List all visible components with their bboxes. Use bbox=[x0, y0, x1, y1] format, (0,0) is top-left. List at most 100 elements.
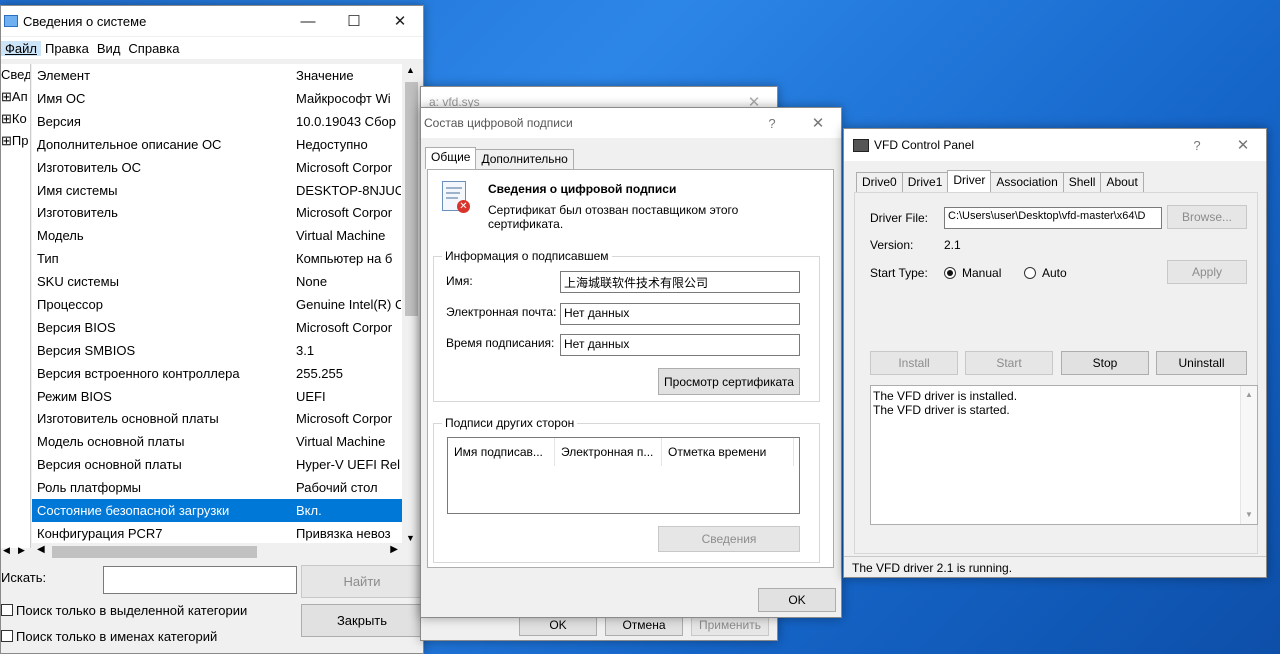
search-selected-checkbox[interactable] bbox=[1, 604, 13, 616]
tree-item-hardware[interactable]: ⊞Ап bbox=[1, 86, 30, 108]
column-signer-name[interactable]: Имя подписав... bbox=[448, 438, 555, 466]
vfd-titlebar[interactable]: VFD Control Panel ? ✕ bbox=[844, 129, 1266, 161]
table-row[interactable]: Имя ОС Майкрософт Wi bbox=[32, 87, 420, 110]
details-button[interactable]: Сведения bbox=[658, 526, 800, 552]
signer-name-field[interactable]: 上海城联软件技术有限公司 bbox=[560, 271, 800, 293]
log-scrollbar[interactable]: ▲ ▼ bbox=[1240, 386, 1257, 524]
signing-time-field[interactable]: Нет данных bbox=[560, 334, 800, 356]
table-row[interactable]: Изготовитель ОС Microsoft Corpor bbox=[32, 156, 420, 179]
tab-driver[interactable]: Driver bbox=[947, 170, 992, 192]
row-element: Модель bbox=[37, 228, 84, 244]
column-header-element[interactable]: Элемент bbox=[32, 68, 291, 83]
sig-titlebar[interactable]: Состав цифровой подписи ? ✕ bbox=[421, 108, 841, 138]
search-input[interactable] bbox=[103, 566, 297, 594]
table-row[interactable]: Изготовитель основной платы Microsoft Cor… bbox=[32, 407, 420, 430]
table-row[interactable]: Версия 10.0.19043 Сбор bbox=[32, 110, 420, 133]
auto-label: Auto bbox=[1042, 266, 1067, 280]
log-scroll-up-icon[interactable]: ▲ bbox=[1245, 388, 1253, 402]
sysinfo-titlebar[interactable]: Сведения о системе — ☐ ✕ bbox=[1, 6, 423, 36]
vfd-tabs: Drive0 Drive1 Driver Association Shell A… bbox=[856, 170, 1144, 192]
help-icon[interactable]: ? bbox=[749, 108, 795, 138]
find-button[interactable]: Найти bbox=[301, 565, 423, 598]
table-row[interactable]: Изготовитель Microsoft Corpor bbox=[32, 201, 420, 224]
table-row[interactable]: Роль платформы Рабочий стол bbox=[32, 476, 420, 499]
tree-item-components[interactable]: ⊞Ко bbox=[1, 108, 30, 130]
tab-association[interactable]: Association bbox=[990, 172, 1064, 192]
minimize-icon[interactable]: — bbox=[285, 6, 331, 36]
column-header-value[interactable]: Значение bbox=[291, 68, 401, 83]
tab-drive0[interactable]: Drive0 bbox=[856, 172, 903, 192]
scroll-up-icon[interactable]: ▲ bbox=[406, 65, 415, 75]
driver-log[interactable]: The VFD driver is installed. The VFD dri… bbox=[870, 385, 1258, 525]
menu-view[interactable]: Вид bbox=[93, 41, 125, 56]
hscroll-thumb[interactable] bbox=[52, 546, 257, 558]
details-list[interactable]: Элемент Значение Имя ОС Майкрософт Wi Верс… bbox=[32, 64, 420, 546]
table-row[interactable]: Версия основной платы Hyper-V UEFI Rel bbox=[32, 453, 420, 476]
scroll-right-icon[interactable]: ▶ bbox=[390, 544, 398, 555]
column-email[interactable]: Электронная п... bbox=[555, 438, 662, 466]
maximize-icon[interactable]: ☐ bbox=[331, 6, 377, 36]
vertical-scrollbar[interactable]: ▲ ▼ bbox=[402, 64, 420, 546]
expand-icon[interactable]: ⊞ bbox=[1, 89, 12, 104]
tab-general[interactable]: Общие bbox=[425, 147, 477, 169]
expand-icon[interactable]: ⊞ bbox=[1, 111, 12, 126]
countersignatures-list[interactable]: Имя подписав... Электронная п... Отметка… bbox=[447, 437, 800, 514]
start-button[interactable]: Start bbox=[965, 351, 1053, 375]
tree-item-summary[interactable]: Свед bbox=[1, 64, 30, 86]
tree-item-software[interactable]: ⊞Пр bbox=[1, 130, 30, 152]
menu-file[interactable]: Файл bbox=[1, 40, 41, 56]
apply-button[interactable]: Apply bbox=[1167, 260, 1247, 284]
vfd-close-icon[interactable]: ✕ bbox=[1220, 130, 1266, 160]
menu-edit[interactable]: Правка bbox=[41, 41, 93, 56]
vfd-help-icon[interactable]: ? bbox=[1174, 130, 1220, 160]
sig-title: Состав цифровой подписи bbox=[424, 116, 573, 130]
table-row[interactable]: Режим BIOS UEFI bbox=[32, 385, 420, 408]
countersignatures-label: Подписи других сторон bbox=[442, 416, 578, 430]
install-button[interactable]: Install bbox=[870, 351, 958, 375]
close-button[interactable]: Закрыть bbox=[301, 604, 423, 637]
view-certificate-button[interactable]: Просмотр сертификата bbox=[658, 368, 800, 395]
vfd-title: VFD Control Panel bbox=[874, 138, 975, 152]
sig-tabs: Общие Дополнительно bbox=[425, 147, 574, 169]
close-icon[interactable]: ✕ bbox=[377, 6, 423, 36]
menu-help[interactable]: Справка bbox=[124, 41, 183, 56]
tree-scroll-left-icon[interactable]: ◀ bbox=[3, 545, 10, 556]
table-row[interactable]: Модель Virtual Machine bbox=[32, 224, 420, 247]
row-value: DESKTOP-8NJUC bbox=[296, 182, 401, 198]
table-row[interactable]: SKU системы None bbox=[32, 270, 420, 293]
expand-icon[interactable]: ⊞ bbox=[1, 133, 12, 148]
auto-radio[interactable] bbox=[1024, 267, 1036, 279]
driver-file-field[interactable]: C:\Users\user\Desktop\vfd-master\x64\D bbox=[944, 207, 1162, 229]
search-names-checkbox[interactable] bbox=[1, 630, 13, 642]
scroll-left-icon[interactable]: ◀ bbox=[37, 544, 45, 555]
tab-shell[interactable]: Shell bbox=[1062, 172, 1102, 192]
column-timestamp[interactable]: Отметка времени bbox=[662, 438, 794, 466]
tab-drive1[interactable]: Drive1 bbox=[901, 172, 949, 192]
table-row[interactable]: Версия BIOS Microsoft Corpor bbox=[32, 316, 420, 339]
stop-button[interactable]: Stop bbox=[1061, 351, 1149, 375]
table-row[interactable]: Имя системы DESKTOP-8NJUC bbox=[32, 179, 420, 202]
tree-scroll-right-icon[interactable]: ▶ bbox=[18, 545, 25, 556]
table-row[interactable]: Версия SMBIOS 3.1 bbox=[32, 339, 420, 362]
scroll-thumb[interactable] bbox=[405, 82, 418, 316]
table-row[interactable]: Версия встроенного контроллера 255.255 bbox=[32, 362, 420, 385]
signer-email-field[interactable]: Нет данных bbox=[560, 303, 800, 325]
browse-button[interactable]: Browse... bbox=[1167, 205, 1247, 229]
table-row[interactable]: Тип Компьютер на б bbox=[32, 247, 420, 270]
sig-close-icon[interactable]: ✕ bbox=[795, 108, 841, 138]
sig-ok-button[interactable]: OK bbox=[758, 588, 836, 612]
horizontal-scrollbar[interactable]: ◀ ▶ bbox=[32, 543, 402, 560]
log-scroll-down-icon[interactable]: ▼ bbox=[1245, 508, 1253, 522]
table-row[interactable]: Дополнительное описание ОС Недоступно bbox=[32, 133, 420, 156]
uninstall-button[interactable]: Uninstall bbox=[1156, 351, 1247, 375]
row-element: Имя ОС bbox=[37, 90, 86, 106]
tab-advanced[interactable]: Дополнительно bbox=[475, 149, 574, 169]
tab-about[interactable]: About bbox=[1100, 172, 1144, 192]
table-row[interactable]: Конфигурация PCR7 Привязка невоз bbox=[32, 522, 420, 545]
table-row[interactable]: Состояние безопасной загрузки Вкл. bbox=[32, 499, 420, 522]
table-row[interactable]: Модель основной платы Virtual Machine bbox=[32, 430, 420, 453]
table-row[interactable]: Процессор Genuine Intel(R) C bbox=[32, 293, 420, 316]
category-tree[interactable]: Свед ⊞Ап ⊞Ко ⊞Пр bbox=[1, 64, 31, 548]
manual-radio[interactable] bbox=[944, 267, 956, 279]
scroll-down-icon[interactable]: ▼ bbox=[406, 533, 415, 543]
